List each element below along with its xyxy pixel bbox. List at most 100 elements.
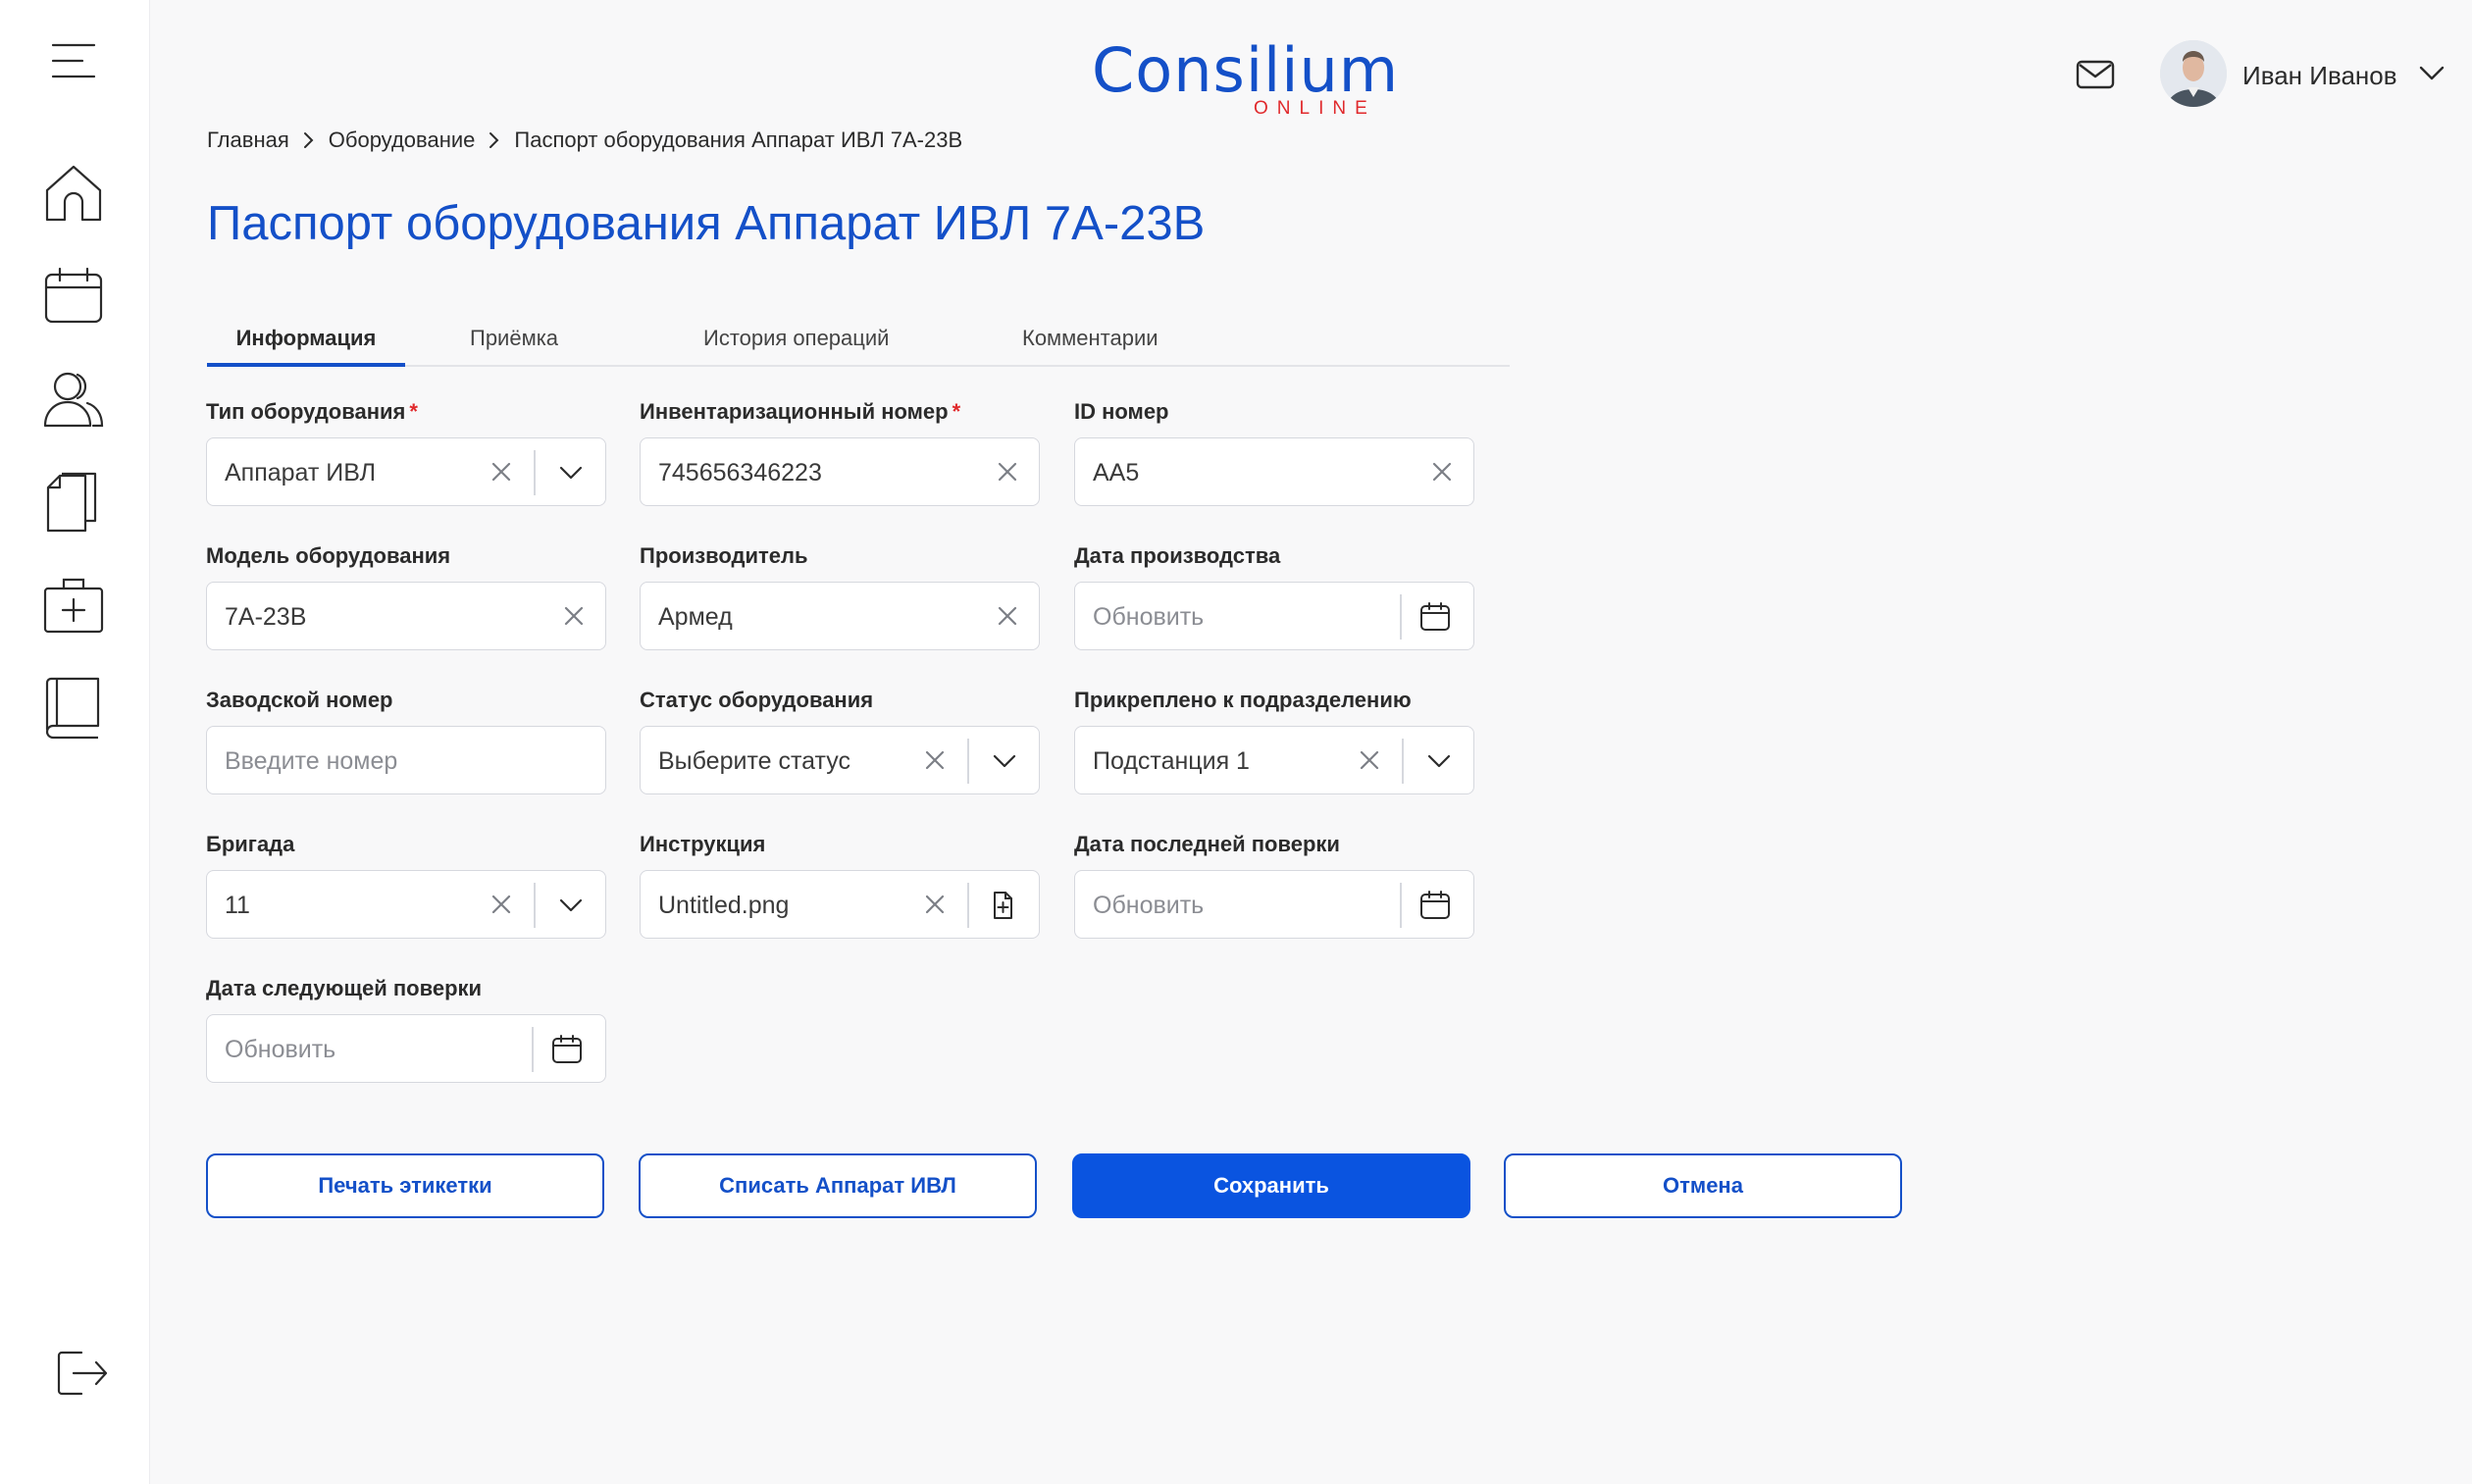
manufacturer-field[interactable]: Армед bbox=[640, 582, 1040, 650]
breadcrumb-equipment[interactable]: Оборудование bbox=[329, 128, 476, 153]
clear-icon[interactable] bbox=[997, 461, 1018, 483]
calendar-icon[interactable] bbox=[551, 1035, 583, 1064]
field-divider bbox=[1400, 883, 1402, 928]
equipment-type-value: Аппарат ИВЛ bbox=[225, 459, 377, 486]
next-check-date-label: Дата следующей поверки bbox=[206, 976, 483, 1000]
calendar-icon[interactable] bbox=[1419, 891, 1451, 920]
sidebar-item-medical[interactable] bbox=[34, 566, 113, 644]
status-label: Статус оборудования bbox=[640, 688, 874, 712]
user-name[interactable]: Иван Иванов bbox=[2242, 61, 2397, 91]
book-icon bbox=[45, 677, 100, 740]
user-photo-icon bbox=[2160, 40, 2227, 107]
model-label: Модель оборудования bbox=[206, 543, 451, 568]
active-tab-indicator bbox=[207, 363, 405, 367]
chevron-down-icon[interactable] bbox=[991, 746, 1018, 776]
user-menu-toggle[interactable] bbox=[2419, 65, 2445, 82]
id-number-value: AA5 bbox=[1093, 459, 1140, 486]
mail-button[interactable] bbox=[2076, 59, 2119, 92]
department-value: Подстанция 1 bbox=[1093, 747, 1250, 775]
logout-button[interactable] bbox=[43, 1334, 122, 1412]
print-label-button[interactable]: Печать этикетки bbox=[206, 1153, 604, 1218]
chevron-down-icon[interactable] bbox=[557, 891, 585, 920]
sidebar-item-documents[interactable] bbox=[34, 463, 113, 541]
file-add-icon[interactable] bbox=[987, 891, 1018, 920]
avatar[interactable] bbox=[2160, 40, 2227, 107]
clear-icon[interactable] bbox=[997, 605, 1018, 627]
tab-history[interactable]: История операций bbox=[703, 326, 889, 367]
sidebar bbox=[0, 0, 150, 1484]
clear-icon[interactable] bbox=[490, 461, 512, 483]
chevron-down-icon[interactable] bbox=[557, 458, 585, 487]
equipment-type-label-text: Тип оборудования bbox=[206, 399, 406, 424]
calendar-icon[interactable] bbox=[1419, 602, 1451, 632]
chevron-down-icon[interactable] bbox=[1425, 746, 1453, 776]
production-date-field[interactable]: Обновить bbox=[1074, 582, 1474, 650]
next-check-date-field[interactable]: Обновить bbox=[206, 1014, 606, 1083]
id-number-label: ID номер bbox=[1074, 399, 1169, 424]
breadcrumb-home[interactable]: Главная bbox=[207, 128, 289, 153]
inventory-number-value: 745656346223 bbox=[658, 459, 822, 486]
field-divider bbox=[1402, 739, 1404, 784]
clear-icon[interactable] bbox=[924, 894, 946, 915]
production-date-label: Дата производства bbox=[1074, 543, 1281, 568]
write-off-button[interactable]: Списать Аппарат ИВЛ bbox=[639, 1153, 1037, 1218]
brigade-label: Бригада bbox=[206, 832, 295, 856]
app-logo[interactable]: Consilium ONLINE bbox=[1092, 33, 1398, 122]
tab-comments[interactable]: Комментарии bbox=[1022, 326, 1159, 367]
field-divider bbox=[967, 883, 969, 928]
department-select[interactable]: Подстанция 1 bbox=[1074, 726, 1474, 794]
model-field[interactable]: 7А-23В bbox=[206, 582, 606, 650]
field-divider bbox=[967, 739, 969, 784]
clear-icon[interactable] bbox=[563, 605, 585, 627]
id-number-field[interactable]: AA5 bbox=[1074, 437, 1474, 506]
model-value: 7А-23В bbox=[225, 603, 307, 631]
chevron-right-icon bbox=[303, 131, 315, 149]
field-divider bbox=[534, 450, 536, 495]
logo-sub-text: ONLINE bbox=[1254, 98, 1376, 119]
serial-number-placeholder: Введите номер bbox=[225, 747, 398, 775]
last-check-date-field[interactable]: Обновить bbox=[1074, 870, 1474, 939]
clear-icon[interactable] bbox=[924, 749, 946, 771]
serial-number-field[interactable]: Введите номер bbox=[206, 726, 606, 794]
status-select[interactable]: Выберите статус bbox=[640, 726, 1040, 794]
production-date-placeholder: Обновить bbox=[1093, 603, 1205, 631]
last-check-date-label: Дата последней поверки bbox=[1074, 832, 1340, 856]
sidebar-item-book[interactable] bbox=[34, 669, 113, 747]
inventory-number-label-text: Инвентаризационный номер bbox=[640, 399, 949, 424]
inventory-number-label: Инвентаризационный номер * bbox=[640, 399, 960, 425]
clear-icon[interactable] bbox=[1359, 749, 1380, 771]
breadcrumb-current: Паспорт оборудования Аппарат ИВЛ 7А-23В bbox=[514, 128, 963, 152]
chevron-right-icon bbox=[489, 131, 500, 149]
clear-icon[interactable] bbox=[1431, 461, 1453, 483]
department-label: Прикреплено к подразделению bbox=[1074, 688, 1412, 712]
menu-button[interactable] bbox=[34, 22, 113, 100]
field-divider bbox=[532, 1027, 534, 1072]
next-check-date-placeholder: Обновить bbox=[225, 1036, 336, 1063]
brigade-value: 11 bbox=[225, 892, 250, 919]
users-icon bbox=[43, 372, 104, 428]
sidebar-item-calendar[interactable] bbox=[34, 257, 113, 335]
home-icon bbox=[45, 165, 102, 222]
breadcrumb: Главная Оборудование Паспорт оборудовани… bbox=[207, 128, 962, 153]
inventory-number-field[interactable]: 745656346223 bbox=[640, 437, 1040, 506]
chevron-down-icon bbox=[2419, 66, 2445, 80]
save-button[interactable]: Сохранить bbox=[1072, 1153, 1470, 1218]
required-mark: * bbox=[409, 399, 418, 424]
clear-icon[interactable] bbox=[490, 894, 512, 915]
manufacturer-label: Производитель bbox=[640, 543, 808, 568]
equipment-type-label: Тип оборудования * bbox=[206, 399, 418, 425]
sidebar-item-users[interactable] bbox=[34, 360, 113, 438]
instruction-file-field[interactable]: Untitled.png bbox=[640, 870, 1040, 939]
cancel-button[interactable]: Отмена bbox=[1504, 1153, 1902, 1218]
required-mark: * bbox=[952, 399, 961, 424]
documents-icon bbox=[46, 472, 97, 533]
instruction-label: Инструкция bbox=[640, 832, 766, 856]
logo-main-text: Consilium bbox=[1092, 34, 1400, 106]
sidebar-item-home[interactable] bbox=[34, 154, 113, 232]
brigade-select[interactable]: 11 bbox=[206, 870, 606, 939]
page-title: Паспорт оборудования Аппарат ИВЛ 7А-23В bbox=[207, 197, 1206, 250]
tab-information[interactable]: Информация bbox=[207, 326, 405, 367]
tab-acceptance[interactable]: Приёмка bbox=[470, 326, 558, 367]
equipment-type-select[interactable]: Аппарат ИВЛ bbox=[206, 437, 606, 506]
calendar-icon bbox=[44, 267, 103, 324]
